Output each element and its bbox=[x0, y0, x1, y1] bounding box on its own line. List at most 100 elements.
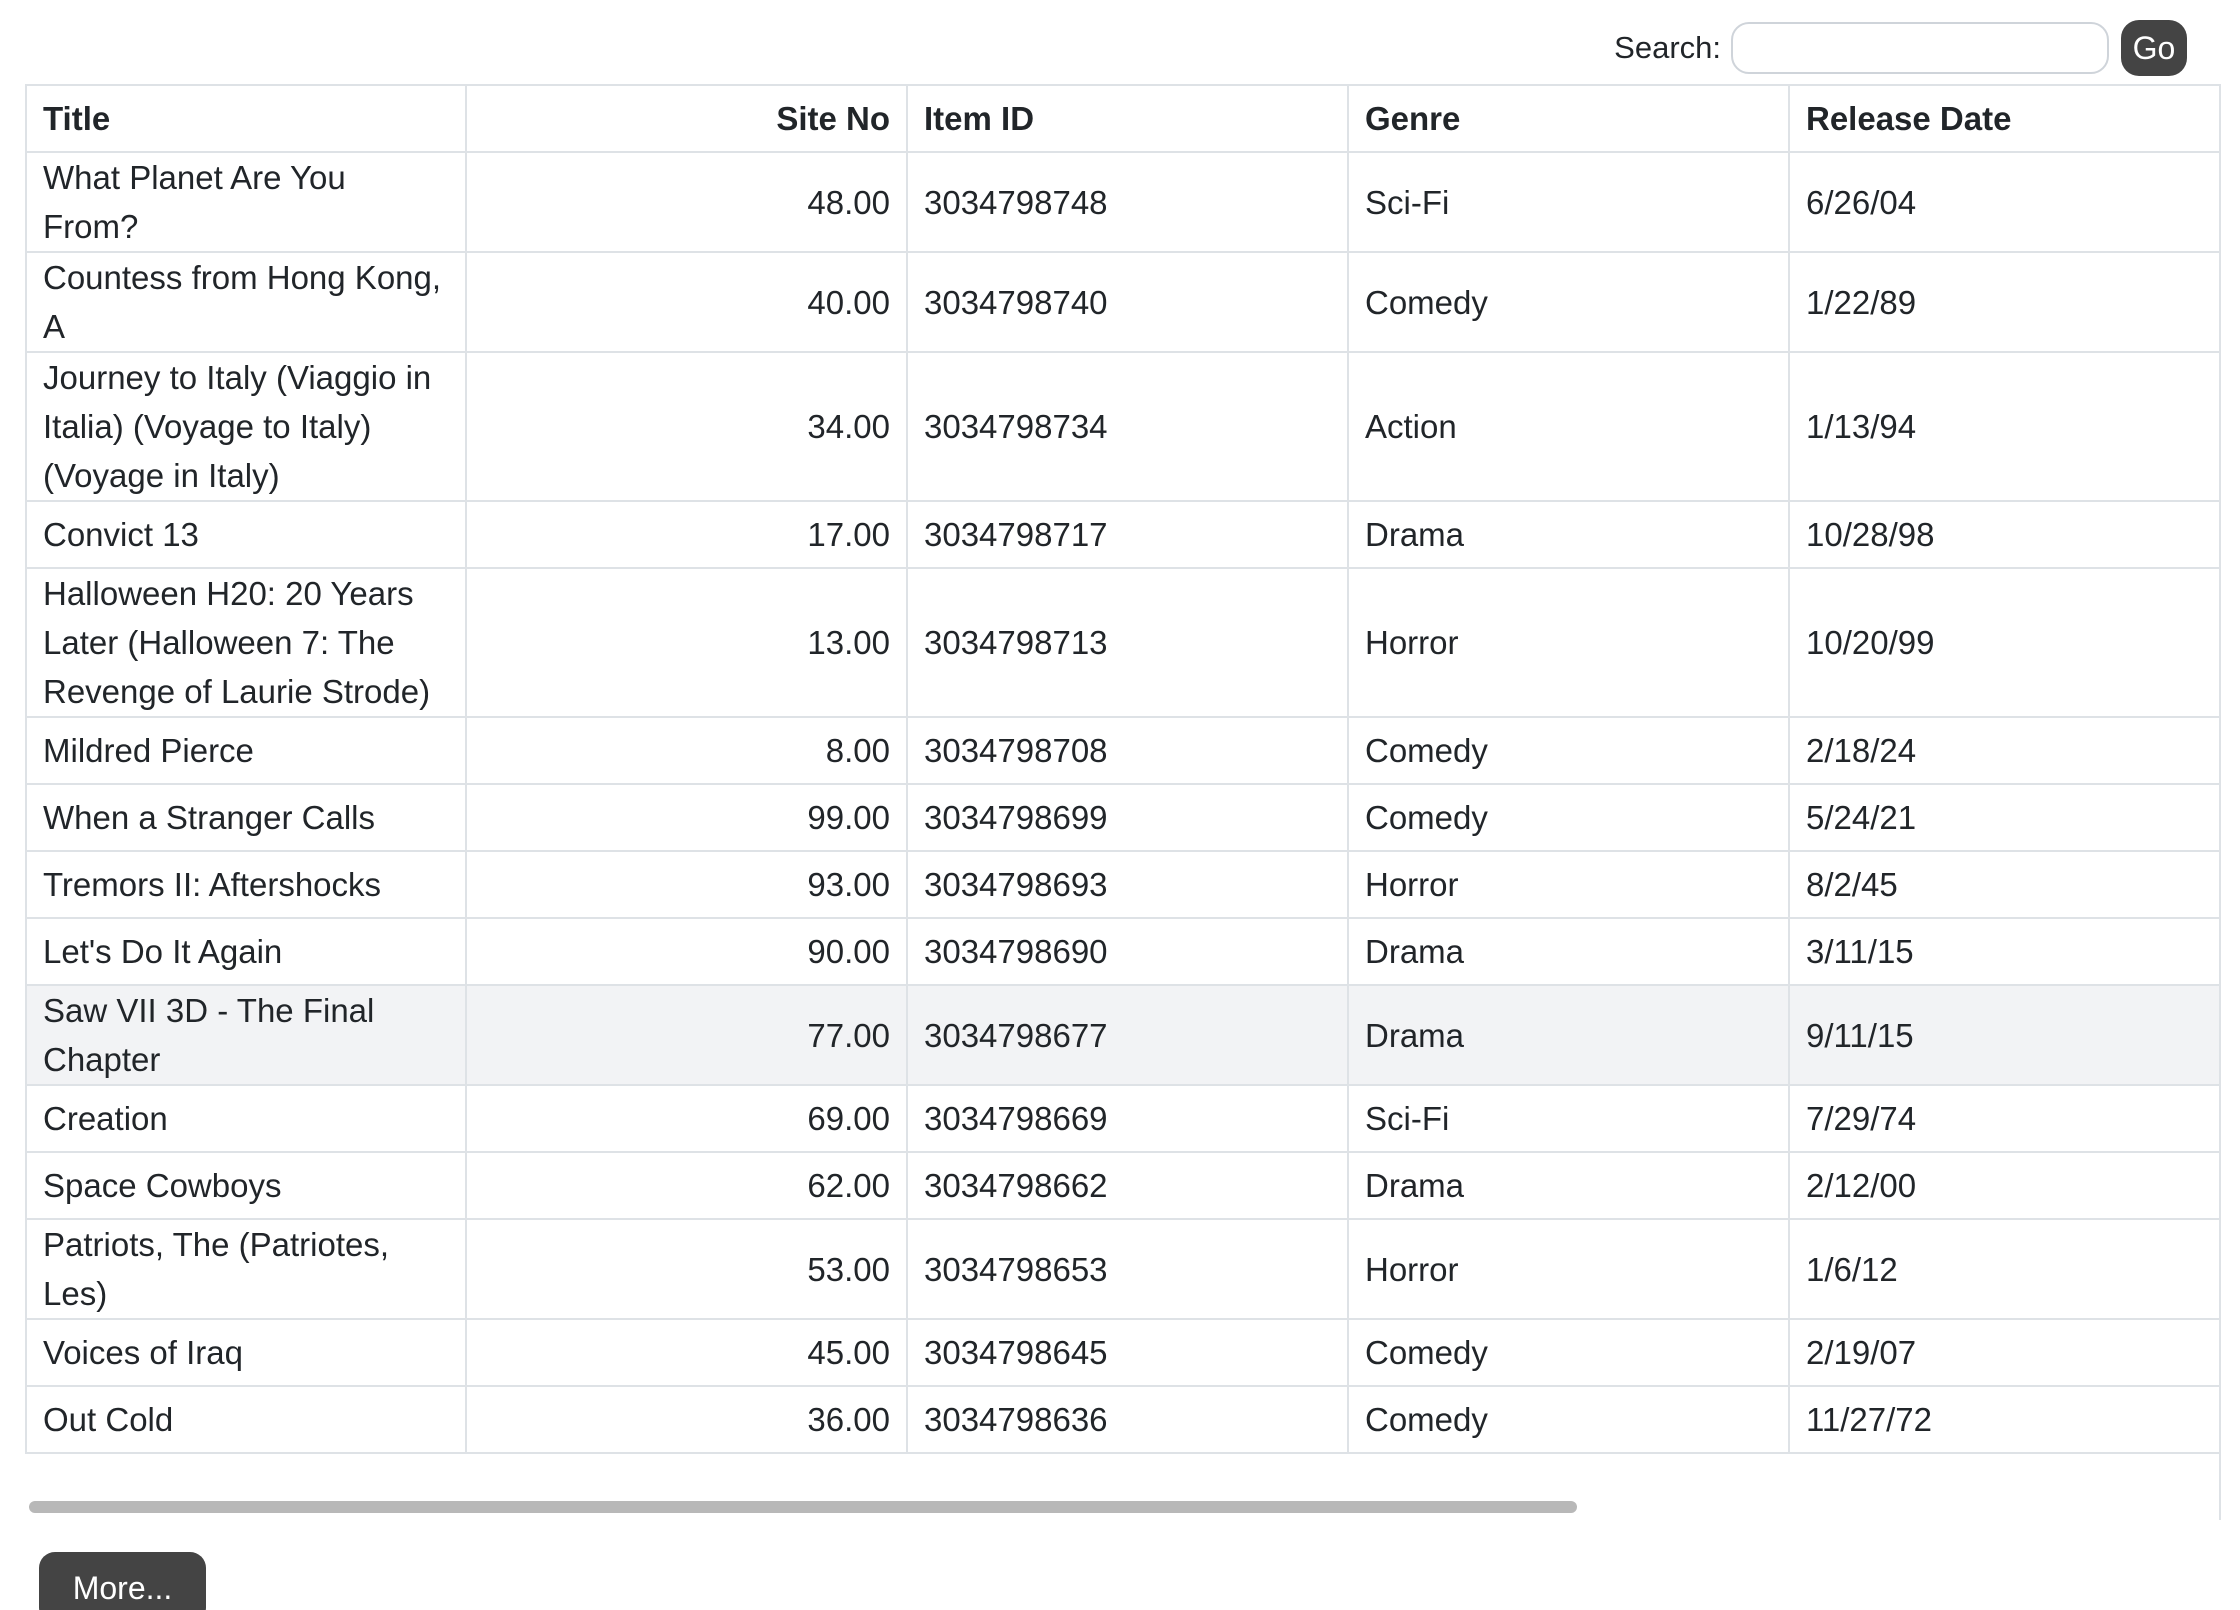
column-header-site-no[interactable]: Site No bbox=[465, 84, 908, 153]
column-header-genre[interactable]: Genre bbox=[1347, 84, 1790, 153]
cell-title: Convict 13 bbox=[25, 500, 467, 569]
cell-genre: Drama bbox=[1347, 500, 1790, 569]
cell-site-no: 69.00 bbox=[465, 1084, 908, 1153]
cell-genre: Horror bbox=[1347, 567, 1790, 718]
search-input[interactable] bbox=[1731, 22, 2109, 74]
table-row-hovered[interactable]: Saw VII 3D - The Final Chapter 77.00 303… bbox=[25, 984, 2219, 1086]
cell-genre: Comedy bbox=[1347, 716, 1790, 785]
table-row[interactable]: Tremors II: Aftershocks 93.00 3034798693… bbox=[25, 850, 2219, 919]
cell-site-no: 8.00 bbox=[465, 716, 908, 785]
table-row[interactable]: Voices of Iraq 45.00 3034798645 Comedy 2… bbox=[25, 1318, 2219, 1387]
cell-site-no: 36.00 bbox=[465, 1385, 908, 1454]
cell-site-no: 45.00 bbox=[465, 1318, 908, 1387]
table-row[interactable]: What Planet Are You From? 48.00 30347987… bbox=[25, 151, 2219, 253]
cell-site-no: 99.00 bbox=[465, 783, 908, 852]
table-row[interactable]: Journey to Italy (Viaggio in Italia) (Vo… bbox=[25, 351, 2219, 502]
page: Search: Go Title Site No Item ID Genre R… bbox=[0, 0, 2240, 1610]
cell-item-id: 3034798677 bbox=[906, 984, 1349, 1086]
cell-genre: Comedy bbox=[1347, 1318, 1790, 1387]
cell-item-id: 3034798699 bbox=[906, 783, 1349, 852]
cell-genre: Horror bbox=[1347, 850, 1790, 919]
cell-release-date: 1/22/89 bbox=[1788, 251, 2219, 353]
cell-site-no: 77.00 bbox=[465, 984, 908, 1086]
cell-release-date: 11/27/72 bbox=[1788, 1385, 2219, 1454]
cell-release-date: 10/20/99 bbox=[1788, 567, 2219, 718]
cell-item-id: 3034798740 bbox=[906, 251, 1349, 353]
cell-title: Saw VII 3D - The Final Chapter bbox=[25, 984, 467, 1086]
table-row[interactable]: Let's Do It Again 90.00 3034798690 Drama… bbox=[25, 917, 2219, 986]
cell-site-no: 62.00 bbox=[465, 1151, 908, 1220]
cell-item-id: 3034798645 bbox=[906, 1318, 1349, 1387]
cell-release-date: 2/18/24 bbox=[1788, 716, 2219, 785]
cell-genre: Horror bbox=[1347, 1218, 1790, 1320]
cell-title: Journey to Italy (Viaggio in Italia) (Vo… bbox=[25, 351, 467, 502]
cell-release-date: 9/11/15 bbox=[1788, 984, 2219, 1086]
cell-release-date: 2/12/00 bbox=[1788, 1151, 2219, 1220]
cell-title: Let's Do It Again bbox=[25, 917, 467, 986]
table-row[interactable]: Mildred Pierce 8.00 3034798708 Comedy 2/… bbox=[25, 716, 2219, 785]
column-header-title[interactable]: Title bbox=[25, 84, 467, 153]
cell-item-id: 3034798662 bbox=[906, 1151, 1349, 1220]
cell-item-id: 3034798734 bbox=[906, 351, 1349, 502]
cell-release-date: 5/24/21 bbox=[1788, 783, 2219, 852]
table-row[interactable]: Halloween H20: 20 Years Later (Halloween… bbox=[25, 567, 2219, 718]
cell-item-id: 3034798713 bbox=[906, 567, 1349, 718]
cell-release-date: 1/6/12 bbox=[1788, 1218, 2219, 1320]
column-header-item-id[interactable]: Item ID bbox=[906, 84, 1349, 153]
cell-title: Voices of Iraq bbox=[25, 1318, 467, 1387]
table-row[interactable]: Convict 13 17.00 3034798717 Drama 10/28/… bbox=[25, 500, 2219, 569]
cell-release-date: 10/28/98 bbox=[1788, 500, 2219, 569]
cell-release-date: 6/26/04 bbox=[1788, 151, 2219, 253]
table-scroll-container[interactable]: Title Site No Item ID Genre Release Date… bbox=[25, 84, 2221, 1520]
cell-genre: Drama bbox=[1347, 984, 1790, 1086]
cell-site-no: 17.00 bbox=[465, 500, 908, 569]
cell-release-date: 3/11/15 bbox=[1788, 917, 2219, 986]
data-table: Title Site No Item ID Genre Release Date… bbox=[25, 84, 2219, 1454]
cell-site-no: 53.00 bbox=[465, 1218, 908, 1320]
table-header-row: Title Site No Item ID Genre Release Date bbox=[25, 84, 2219, 153]
cell-item-id: 3034798717 bbox=[906, 500, 1349, 569]
cell-genre: Drama bbox=[1347, 1151, 1790, 1220]
cell-release-date: 2/19/07 bbox=[1788, 1318, 2219, 1387]
table-row[interactable]: When a Stranger Calls 99.00 3034798699 C… bbox=[25, 783, 2219, 852]
cell-item-id: 3034798636 bbox=[906, 1385, 1349, 1454]
table-row[interactable]: Space Cowboys 62.00 3034798662 Drama 2/1… bbox=[25, 1151, 2219, 1220]
cell-site-no: 13.00 bbox=[465, 567, 908, 718]
cell-site-no: 48.00 bbox=[465, 151, 908, 253]
table-row[interactable]: Countess from Hong Kong, A 40.00 3034798… bbox=[25, 251, 2219, 353]
horizontal-scrollbar-thumb[interactable] bbox=[29, 1501, 1577, 1513]
cell-release-date: 7/29/74 bbox=[1788, 1084, 2219, 1153]
cell-genre: Comedy bbox=[1347, 783, 1790, 852]
cell-genre: Drama bbox=[1347, 917, 1790, 986]
cell-item-id: 3034798669 bbox=[906, 1084, 1349, 1153]
cell-site-no: 90.00 bbox=[465, 917, 908, 986]
cell-genre: Comedy bbox=[1347, 251, 1790, 353]
cell-title: Out Cold bbox=[25, 1385, 467, 1454]
cell-title: Mildred Pierce bbox=[25, 716, 467, 785]
cell-title: Tremors II: Aftershocks bbox=[25, 850, 467, 919]
table-row[interactable]: Patriots, The (Patriotes, Les) 53.00 303… bbox=[25, 1218, 2219, 1320]
cell-item-id: 3034798653 bbox=[906, 1218, 1349, 1320]
cell-genre: Comedy bbox=[1347, 1385, 1790, 1454]
go-button[interactable]: Go bbox=[2121, 20, 2187, 76]
table-row[interactable]: Out Cold 36.00 3034798636 Comedy 11/27/7… bbox=[25, 1385, 2219, 1454]
cell-title: Patriots, The (Patriotes, Les) bbox=[25, 1218, 467, 1320]
cell-site-no: 40.00 bbox=[465, 251, 908, 353]
cell-genre: Sci-Fi bbox=[1347, 151, 1790, 253]
cell-title: When a Stranger Calls bbox=[25, 783, 467, 852]
search-label: Search: bbox=[1614, 30, 1721, 65]
cell-title: What Planet Are You From? bbox=[25, 151, 467, 253]
cell-item-id: 3034798690 bbox=[906, 917, 1349, 986]
cell-genre: Sci-Fi bbox=[1347, 1084, 1790, 1153]
table-row[interactable]: Creation 69.00 3034798669 Sci-Fi 7/29/74 bbox=[25, 1084, 2219, 1153]
cell-item-id: 3034798708 bbox=[906, 716, 1349, 785]
cell-item-id: 3034798748 bbox=[906, 151, 1349, 253]
column-header-release-date[interactable]: Release Date bbox=[1788, 84, 2219, 153]
cell-title: Creation bbox=[25, 1084, 467, 1153]
cell-item-id: 3034798693 bbox=[906, 850, 1349, 919]
more-button[interactable]: More... bbox=[39, 1552, 206, 1610]
cell-site-no: 34.00 bbox=[465, 351, 908, 502]
search-bar: Search: Go bbox=[1614, 20, 2187, 76]
cell-title: Countess from Hong Kong, A bbox=[25, 251, 467, 353]
cell-release-date: 8/2/45 bbox=[1788, 850, 2219, 919]
